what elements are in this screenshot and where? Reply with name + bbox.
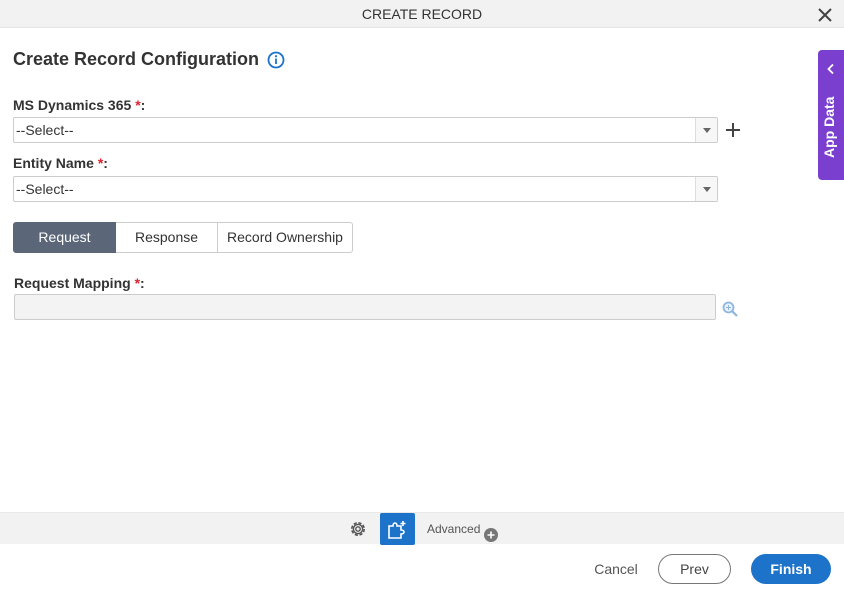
app-data-panel-toggle[interactable]: App Data xyxy=(818,50,844,180)
puzzle-icon[interactable] xyxy=(380,513,415,545)
page-title: Create Record Configuration xyxy=(13,49,260,69)
close-icon[interactable] xyxy=(816,5,834,23)
chevron-down-icon[interactable] xyxy=(695,118,717,142)
request-mapping-label: Request Mapping *: xyxy=(14,275,145,291)
plus-circle-icon xyxy=(484,522,499,542)
tab-request[interactable]: Request xyxy=(13,222,116,253)
gear-icon[interactable] xyxy=(347,518,369,540)
chevron-down-icon[interactable] xyxy=(695,177,717,201)
entity-name-select[interactable]: --Select-- xyxy=(13,176,718,202)
search-icon[interactable] xyxy=(721,300,739,318)
tab-response[interactable]: Response xyxy=(116,222,218,253)
cancel-button[interactable]: Cancel xyxy=(588,555,644,583)
finish-button[interactable]: Finish xyxy=(751,554,831,584)
tab-record-ownership[interactable]: Record Ownership xyxy=(218,222,353,253)
advanced-toggle[interactable]: Advanced xyxy=(427,513,499,545)
add-connection-button[interactable] xyxy=(724,121,742,139)
page-heading: Create Record Configuration xyxy=(13,49,285,70)
info-icon[interactable] xyxy=(267,51,285,69)
chevron-left-icon xyxy=(826,62,836,75)
request-mapping-field[interactable] xyxy=(14,294,716,320)
config-tabs: Request Response Record Ownership xyxy=(13,222,353,253)
dialog-titlebar: CREATE RECORD xyxy=(0,0,844,28)
ms-dynamics-select[interactable]: --Select-- xyxy=(13,117,718,143)
app-data-label: App Data xyxy=(821,96,837,158)
prev-button[interactable]: Prev xyxy=(658,554,731,584)
entity-name-label: Entity Name *: xyxy=(13,155,108,171)
bottom-toolbar: Advanced xyxy=(0,512,844,545)
dialog-title: CREATE RECORD xyxy=(361,6,483,22)
ms-dynamics-label: MS Dynamics 365 *: xyxy=(13,97,146,113)
advanced-label: Advanced xyxy=(427,522,481,536)
ms-dynamics-select-value: --Select-- xyxy=(16,122,74,138)
entity-name-select-value: --Select-- xyxy=(16,181,74,197)
